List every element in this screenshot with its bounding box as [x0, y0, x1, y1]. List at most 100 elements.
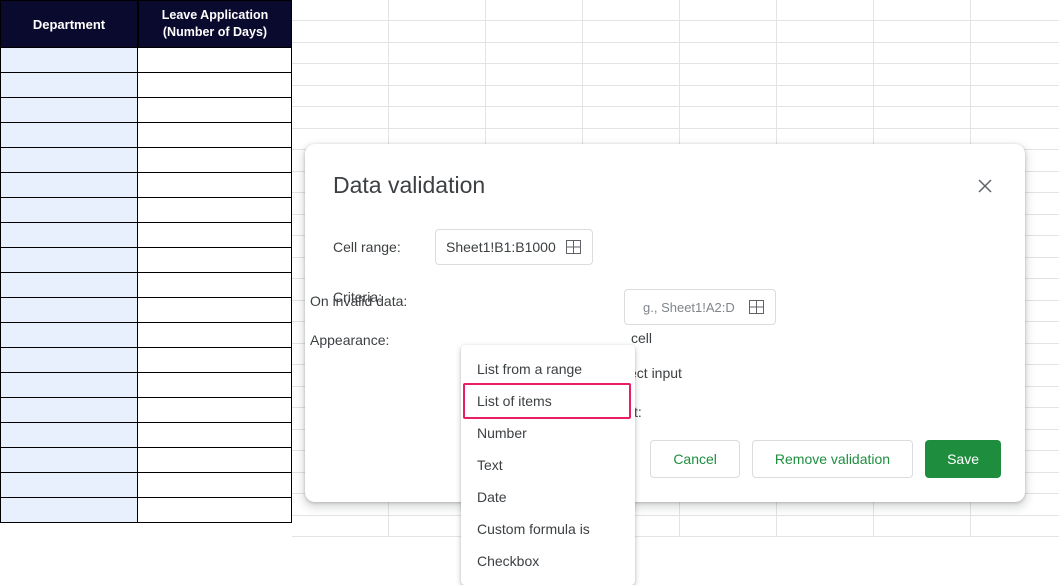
- empty-cell[interactable]: [971, 21, 1059, 42]
- cell-leave-days[interactable]: [138, 173, 292, 198]
- cell-leave-days[interactable]: [138, 273, 292, 298]
- empty-cell[interactable]: [680, 43, 777, 64]
- empty-cell[interactable]: [292, 43, 389, 64]
- dropdown-item-text[interactable]: Text: [461, 449, 635, 481]
- cell-range-input[interactable]: Sheet1!B1:B1000: [435, 229, 593, 265]
- grid-selector-icon[interactable]: [749, 299, 765, 315]
- empty-cell[interactable]: [874, 64, 971, 85]
- empty-cell[interactable]: [486, 107, 583, 128]
- empty-cell[interactable]: [680, 0, 777, 21]
- empty-cell[interactable]: [292, 86, 389, 107]
- empty-cell[interactable]: [486, 43, 583, 64]
- cell-leave-days[interactable]: [138, 498, 292, 523]
- cell-leave-days[interactable]: [138, 48, 292, 73]
- cell-department[interactable]: [0, 423, 138, 448]
- cell-leave-days[interactable]: [138, 473, 292, 498]
- dropdown-item-checkbox[interactable]: Checkbox: [461, 545, 635, 577]
- dropdown-item-date[interactable]: Date: [461, 481, 635, 513]
- dropdown-item-number[interactable]: Number: [461, 417, 635, 449]
- cell-department[interactable]: [0, 273, 138, 298]
- empty-cell[interactable]: [971, 86, 1059, 107]
- cell-leave-days[interactable]: [138, 323, 292, 348]
- header-leave-application[interactable]: Leave Application (Number of Days): [138, 0, 292, 48]
- cell-leave-days[interactable]: [138, 98, 292, 123]
- remove-validation-button[interactable]: Remove validation: [752, 440, 913, 478]
- empty-cell[interactable]: [777, 86, 874, 107]
- criteria-range-input[interactable]: g., Sheet1!A2:D: [624, 289, 776, 325]
- cell-department[interactable]: [0, 348, 138, 373]
- cell-leave-days[interactable]: [138, 223, 292, 248]
- empty-cell[interactable]: [389, 21, 486, 42]
- empty-cell[interactable]: [389, 86, 486, 107]
- save-button[interactable]: Save: [925, 440, 1001, 478]
- cell-department[interactable]: [0, 298, 138, 323]
- cell-leave-days[interactable]: [138, 73, 292, 98]
- cell-department[interactable]: [0, 398, 138, 423]
- cell-department[interactable]: [0, 448, 138, 473]
- empty-cell[interactable]: [777, 107, 874, 128]
- cell-department[interactable]: [0, 73, 138, 98]
- empty-cell[interactable]: [680, 64, 777, 85]
- empty-cell[interactable]: [777, 64, 874, 85]
- empty-cell[interactable]: [583, 21, 680, 42]
- empty-cell[interactable]: [292, 0, 389, 21]
- cell-leave-days[interactable]: [138, 248, 292, 273]
- cell-department[interactable]: [0, 373, 138, 398]
- empty-cell[interactable]: [680, 107, 777, 128]
- empty-cell[interactable]: [583, 107, 680, 128]
- empty-cell[interactable]: [389, 43, 486, 64]
- empty-cell[interactable]: [777, 21, 874, 42]
- empty-cell[interactable]: [874, 43, 971, 64]
- empty-cell[interactable]: [874, 86, 971, 107]
- cell-department[interactable]: [0, 173, 138, 198]
- cell-department[interactable]: [0, 223, 138, 248]
- empty-cell[interactable]: [680, 21, 777, 42]
- empty-cell[interactable]: [971, 0, 1059, 21]
- cell-leave-days[interactable]: [138, 448, 292, 473]
- cancel-button[interactable]: Cancel: [650, 440, 740, 478]
- empty-cell[interactable]: [874, 107, 971, 128]
- cell-department[interactable]: [0, 123, 138, 148]
- cell-leave-days[interactable]: [138, 198, 292, 223]
- cell-department[interactable]: [0, 98, 138, 123]
- cell-leave-days[interactable]: [138, 298, 292, 323]
- empty-cell[interactable]: [874, 516, 971, 537]
- header-department[interactable]: Department: [0, 0, 138, 48]
- empty-cell[interactable]: [486, 64, 583, 85]
- close-icon[interactable]: [973, 174, 997, 198]
- cell-leave-days[interactable]: [138, 373, 292, 398]
- cell-leave-days[interactable]: [138, 348, 292, 373]
- dropdown-item-list-range[interactable]: List from a range: [461, 353, 635, 385]
- cell-department[interactable]: [0, 248, 138, 273]
- dropdown-item-list-items[interactable]: List of items: [461, 385, 635, 417]
- empty-cell[interactable]: [971, 107, 1059, 128]
- cell-department[interactable]: [0, 473, 138, 498]
- empty-cell[interactable]: [292, 107, 389, 128]
- empty-cell[interactable]: [389, 0, 486, 21]
- cell-department[interactable]: [0, 323, 138, 348]
- empty-cell[interactable]: [583, 86, 680, 107]
- empty-cell[interactable]: [292, 64, 389, 85]
- empty-cell[interactable]: [777, 516, 874, 537]
- cell-leave-days[interactable]: [138, 123, 292, 148]
- empty-cell[interactable]: [971, 64, 1059, 85]
- empty-cell[interactable]: [486, 21, 583, 42]
- cell-leave-days[interactable]: [138, 398, 292, 423]
- grid-selector-icon[interactable]: [566, 239, 582, 255]
- empty-cell[interactable]: [292, 516, 389, 537]
- empty-cell[interactable]: [486, 86, 583, 107]
- dropdown-item-custom-formula[interactable]: Custom formula is: [461, 513, 635, 545]
- empty-cell[interactable]: [680, 516, 777, 537]
- empty-cell[interactable]: [486, 0, 583, 21]
- empty-cell[interactable]: [874, 21, 971, 42]
- empty-cell[interactable]: [292, 21, 389, 42]
- empty-cell[interactable]: [583, 0, 680, 21]
- cell-leave-days[interactable]: [138, 423, 292, 448]
- cell-department[interactable]: [0, 148, 138, 173]
- empty-cell[interactable]: [583, 64, 680, 85]
- empty-cell[interactable]: [777, 43, 874, 64]
- cell-department[interactable]: [0, 48, 138, 73]
- empty-cell[interactable]: [389, 64, 486, 85]
- empty-cell[interactable]: [777, 0, 874, 21]
- empty-cell[interactable]: [971, 43, 1059, 64]
